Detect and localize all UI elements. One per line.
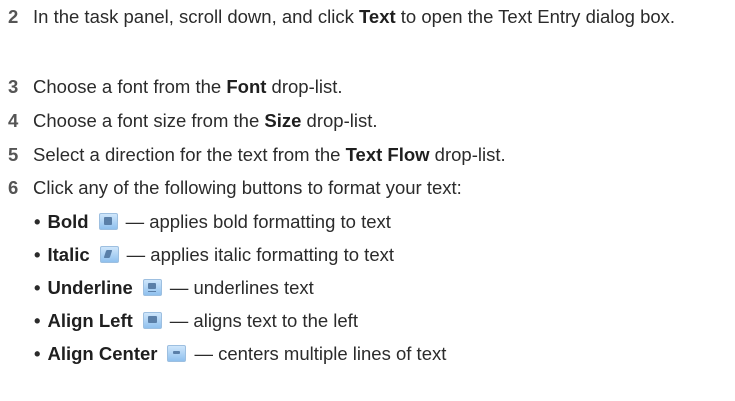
step-number: 4 xyxy=(8,110,19,131)
button-name: Underline xyxy=(47,277,133,298)
step-text-post: to open the Text Entry dialog box. xyxy=(395,6,676,27)
step-text: In the task panel, scroll down, and clic… xyxy=(33,2,733,31)
step-text-post: drop-list. xyxy=(429,144,506,165)
bullet-description: — aligns text to the left xyxy=(169,310,358,331)
step-5: 5 Select a direction for the text from t… xyxy=(8,140,733,169)
bullet-description: — centers multiple lines of text xyxy=(194,343,447,364)
step-4: 4 Choose a font size from the Size drop-… xyxy=(8,106,733,135)
step-text: Choose a font size from the Size drop-li… xyxy=(33,106,733,135)
bullet-italic: • Italic — applies italic formatting to … xyxy=(34,240,394,269)
step-text-pre: Choose a font from the xyxy=(33,76,227,97)
italic-icon xyxy=(99,246,119,263)
bullet-marker: • xyxy=(34,310,41,331)
step-text: Select a direction for the text from the… xyxy=(33,140,733,169)
button-name: Align Left xyxy=(47,310,133,331)
step-text-bold: Text Flow xyxy=(345,144,430,165)
step-text-post: drop-list. xyxy=(301,110,378,131)
step-text-pre: In the task panel, scroll down, and clic… xyxy=(33,6,359,27)
bullet-bold: • Bold — applies bold formatting to text xyxy=(34,207,391,236)
step-text: Click any of the following buttons to fo… xyxy=(33,173,733,202)
step-text-bold: Text xyxy=(358,6,396,27)
step-text-bold: Size xyxy=(264,110,302,131)
step-3: 3 Choose a font from the Font drop-list. xyxy=(8,72,733,101)
button-name: Italic xyxy=(47,244,90,265)
step-number: 3 xyxy=(8,76,19,97)
bold-icon xyxy=(98,213,118,230)
bullet-underline: • Underline — underlines text xyxy=(34,273,314,302)
step-6: 6 Click any of the following buttons to … xyxy=(8,173,733,202)
underline-icon xyxy=(142,279,162,296)
bullet-marker: • xyxy=(34,244,41,265)
bullet-description: — applies bold formatting to text xyxy=(125,211,391,232)
step-number: 2 xyxy=(8,6,19,27)
bullet-marker: • xyxy=(34,211,41,232)
bullet-align-center: • Align Center — centers multiple lines … xyxy=(34,339,446,368)
step-text-pre: Click any of the following buttons to fo… xyxy=(33,177,462,198)
bullet-align-left: • Align Left — aligns text to the left xyxy=(34,306,358,335)
step-text-pre: Choose a font size from the xyxy=(33,110,265,131)
step-text-pre: Select a direction for the text from the xyxy=(33,144,346,165)
bullet-marker: • xyxy=(34,343,41,364)
bullet-description: — underlines text xyxy=(169,277,314,298)
instruction-document: 2 In the task panel, scroll down, and cl… xyxy=(0,0,735,401)
align-left-icon xyxy=(142,312,162,329)
step-text-post: drop-list. xyxy=(266,76,343,97)
button-name: Align Center xyxy=(47,343,158,364)
align-center-icon xyxy=(167,345,187,362)
step-text-bold: Font xyxy=(226,76,267,97)
step-text: Choose a font from the Font drop-list. xyxy=(33,72,733,101)
step-number: 5 xyxy=(8,144,19,165)
step-number: 6 xyxy=(8,177,19,198)
bullet-description: — applies italic formatting to text xyxy=(126,244,394,265)
step-2: 2 In the task panel, scroll down, and cl… xyxy=(8,2,733,31)
bullet-marker: • xyxy=(34,277,41,298)
button-name: Bold xyxy=(47,211,89,232)
